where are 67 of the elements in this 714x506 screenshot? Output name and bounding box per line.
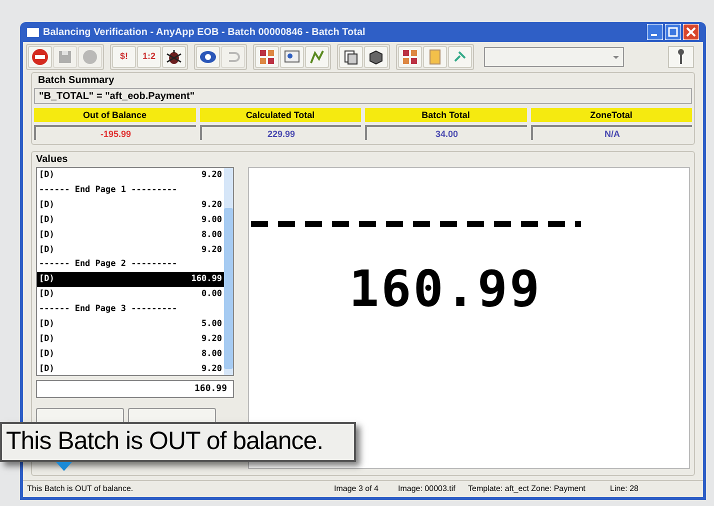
value-code: [D) <box>39 362 54 376</box>
close-button[interactable] <box>683 24 699 40</box>
scanned-amount: 160.99 <box>349 264 543 314</box>
value-amount: 8.00 <box>202 348 222 360</box>
toolbar-button[interactable] <box>162 46 186 68</box>
selected-row[interactable]: [D) 160.99 <box>37 272 224 288</box>
value-code: [D) <box>39 228 54 242</box>
window-title: Balancing Verification - AnyApp EOB - Batch 00000846 - Batch Total <box>43 26 366 40</box>
summary-value: 34.00 <box>365 125 526 140</box>
summary-value: -195.99 <box>34 125 196 140</box>
minimize-button[interactable] <box>647 24 663 40</box>
callout-text: This Batch is OUT of balance. <box>6 426 324 458</box>
page-separator: ------ End Page 1 --------- <box>39 184 178 197</box>
scrollbar[interactable] <box>224 168 233 375</box>
value-code: [D) <box>39 273 54 286</box>
value-amount: 9.20 <box>202 332 222 346</box>
value-amount: 9.20 <box>202 362 222 376</box>
value-amount: 9.20 <box>202 198 222 212</box>
toolbar-button[interactable] <box>196 46 220 68</box>
circle-icon <box>80 47 100 67</box>
status-text: Image: 00003.tif <box>397 483 456 495</box>
value-amount: 5.00 <box>202 318 222 331</box>
value-code: [D) <box>39 332 54 346</box>
value-amount: 0.00 <box>202 288 222 301</box>
column-header: ZoneTotal <box>530 108 692 122</box>
key-button[interactable] <box>668 46 694 68</box>
value-amount: 9.20 <box>202 169 222 182</box>
value-code: [D) <box>39 348 54 360</box>
value-code: [D) <box>39 214 54 226</box>
value-amount: 8.00 <box>202 228 222 242</box>
value-amount: 9.20 <box>202 244 222 256</box>
status-text: Line: 28 <box>609 483 640 495</box>
summary-value: N/A <box>530 125 692 140</box>
value-amount: 160.99 <box>191 273 222 286</box>
grid-icon <box>257 47 277 67</box>
status-text: Image 3 of 4 <box>333 483 380 495</box>
column-header: Out of Balance <box>34 108 196 122</box>
combo-box[interactable] <box>484 47 624 67</box>
toolbar-button[interactable]: $! <box>112 46 136 68</box>
expression-field: "B_TOTAL" = "aft_eob.Payment" <box>34 88 692 104</box>
status-text: Template: aft_ect Zone: Payment <box>467 483 586 495</box>
bug-icon <box>164 47 184 67</box>
callout-pointer <box>56 462 72 471</box>
app-icon <box>27 28 39 36</box>
dropdown-icon <box>613 56 619 58</box>
page-separator: ------ End Page 3 --------- <box>39 303 178 316</box>
value-code: [D) <box>39 288 54 301</box>
value-code: [D) <box>39 198 54 212</box>
group-title: Batch Summary <box>38 74 116 88</box>
page-separator: ------ End Page 2 --------- <box>39 258 178 272</box>
toolbar-button[interactable] <box>364 46 388 68</box>
total-field: 160.99 <box>36 380 234 398</box>
value-code: [D) <box>39 244 54 256</box>
value-code: [D) <box>39 169 54 182</box>
grid-icon <box>400 47 420 67</box>
column-header: Batch Total <box>365 108 526 122</box>
stop-icon <box>30 47 50 67</box>
maximize-button[interactable] <box>665 24 681 40</box>
summary-value: 229.99 <box>200 125 361 140</box>
group-title: Values <box>36 153 69 167</box>
value-amount: 9.00 <box>202 214 222 226</box>
status-text: This Batch is OUT of balance. <box>27 483 134 495</box>
column-header: Calculated Total <box>200 108 361 122</box>
toolbar-button[interactable]: 1:2 <box>137 46 161 68</box>
value-code: [D) <box>39 318 54 331</box>
toolbar-button[interactable] <box>339 46 363 68</box>
toolbar-button[interactable] <box>280 46 304 68</box>
